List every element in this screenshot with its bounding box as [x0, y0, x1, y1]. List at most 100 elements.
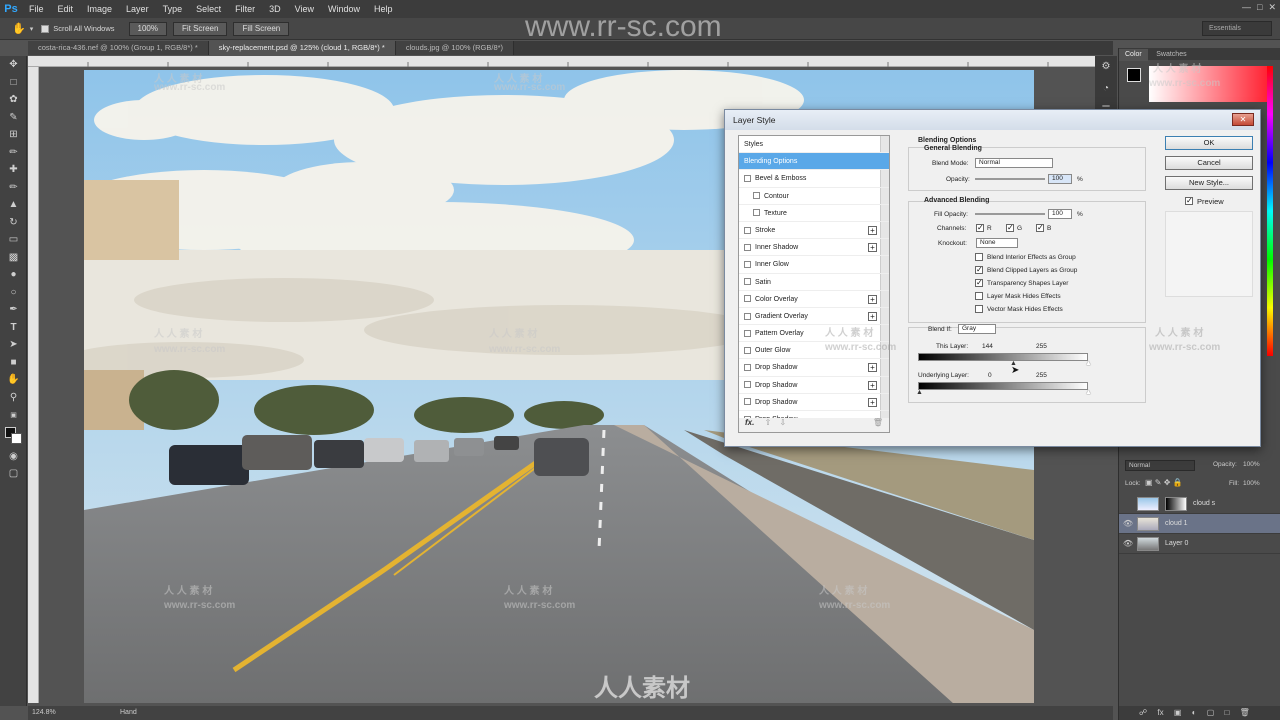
doc-tab-clouds[interactable]: clouds.jpg @ 100% (RGB/8*) — [395, 41, 515, 55]
opacity-input[interactable]: 100 — [1048, 174, 1072, 184]
menu-view[interactable]: View — [288, 0, 321, 18]
layer-row-layer-0[interactable]: 👁 Layer 0 — [1119, 534, 1280, 554]
history-panel-icon[interactable]: ⚙ — [1095, 56, 1117, 78]
style-item-checkbox[interactable] — [744, 175, 751, 183]
cancel-button[interactable]: Cancel — [1165, 156, 1253, 170]
style-item-checkbox[interactable] — [744, 295, 751, 303]
check-layer-mask-hides-checkbox[interactable] — [975, 292, 983, 300]
fx-icon[interactable]: fx — [1157, 708, 1163, 717]
this-layer-white-slider[interactable]: ▲ — [1085, 360, 1092, 367]
menu-file[interactable]: File — [22, 0, 51, 18]
dialog-close-button[interactable]: ✕ — [1232, 113, 1254, 126]
style-item-styles[interactable]: Styles — [739, 136, 889, 154]
doc-tab-sky-replacement[interactable]: sky-replacement.psd @ 125% (cloud 1, RGB… — [208, 41, 396, 55]
maximize-icon[interactable]: □ — [1257, 2, 1262, 13]
hand-tool-icon[interactable]: ✋ — [0, 371, 27, 389]
new-style-button[interactable]: New Style... — [1165, 176, 1253, 190]
add-effect-icon[interactable]: + — [868, 243, 877, 253]
clone-stamp-tool-icon[interactable]: ▲ — [0, 196, 27, 214]
scroll-all-windows-checkbox[interactable] — [41, 24, 50, 33]
check-blend-clipped-checkbox[interactable]: ✓ — [975, 266, 983, 274]
style-item-checkbox[interactable] — [744, 278, 751, 286]
style-item-checkbox[interactable] — [753, 192, 760, 200]
add-effect-icon[interactable]: + — [868, 311, 877, 321]
pen-tool-icon[interactable]: ✒ — [0, 301, 27, 319]
menu-select[interactable]: Select — [189, 0, 228, 18]
foreground-swatch[interactable] — [1127, 68, 1141, 82]
style-item-drop-shadow[interactable]: Drop Shadow + — [739, 377, 889, 394]
add-mask-icon[interactable]: ▣ — [1174, 708, 1182, 717]
style-item-checkbox[interactable] — [744, 398, 751, 406]
style-item-blending-options[interactable]: Blending Options — [739, 153, 889, 171]
blur-tool-icon[interactable]: ● — [0, 266, 27, 284]
menu-filter[interactable]: Filter — [228, 0, 262, 18]
style-item-checkbox[interactable] — [753, 209, 760, 217]
add-effect-icon[interactable]: + — [868, 225, 877, 235]
menu-image[interactable]: Image — [80, 0, 119, 18]
gradient-tool-icon[interactable]: ▩ — [0, 249, 27, 267]
close-icon[interactable]: ✕ — [1268, 2, 1276, 13]
style-item-checkbox[interactable] — [744, 312, 751, 320]
channel-r-checkbox[interactable]: ✓ — [976, 224, 984, 232]
check-transparency-shapes-checkbox[interactable]: ✓ — [975, 279, 983, 287]
style-item-satin[interactable]: Satin — [739, 274, 889, 291]
minimize-icon[interactable]: — — [1242, 2, 1251, 13]
marquee-tool-icon[interactable]: □ — [0, 74, 27, 92]
style-item-contour[interactable]: Contour — [739, 188, 889, 205]
add-effect-icon[interactable]: + — [868, 363, 877, 373]
visibility-eye-icon[interactable]: 👁 — [1119, 519, 1137, 528]
layer-blend-mode-select[interactable]: Normal — [1125, 460, 1195, 471]
add-effect-icon[interactable]: + — [868, 397, 877, 407]
channel-g-checkbox[interactable]: ✓ — [1006, 224, 1014, 232]
type-tool-icon[interactable]: T — [0, 319, 27, 337]
crop-tool-icon[interactable]: ⊞ — [0, 126, 27, 144]
menu-edit[interactable]: Edit — [51, 0, 81, 18]
style-item-checkbox[interactable] — [744, 346, 751, 354]
delete-effect-icon[interactable]: 🗑 — [873, 418, 883, 427]
fit-screen-button[interactable]: Fit Screen — [172, 21, 228, 36]
add-effect-icon[interactable]: + — [868, 380, 877, 390]
blend-mode-select[interactable]: Normal — [975, 158, 1053, 168]
zoom-100-button[interactable]: 100% — [128, 21, 167, 36]
move-tool-icon[interactable]: ✥ — [0, 56, 27, 74]
eraser-tool-icon[interactable]: ▭ — [0, 231, 27, 249]
ok-button[interactable]: OK — [1165, 136, 1253, 150]
menu-layer[interactable]: Layer — [119, 0, 156, 18]
workspace-switcher[interactable]: Essentials — [1202, 21, 1272, 36]
menu-help[interactable]: Help — [367, 0, 400, 18]
check-vector-mask-hides-checkbox[interactable] — [975, 305, 983, 313]
style-item-checkbox[interactable] — [744, 243, 751, 251]
knockout-select[interactable]: None — [976, 238, 1018, 248]
style-item-drop-shadow[interactable]: Drop Shadow + — [739, 359, 889, 377]
history-brush-tool-icon[interactable]: ↻ — [0, 214, 27, 232]
underlying-white-slider[interactable]: ▲ — [1085, 389, 1092, 396]
underlying-black-slider[interactable]: ▲ — [916, 389, 923, 396]
check-blend-interior-checkbox[interactable] — [975, 253, 983, 261]
style-item-stroke[interactable]: Stroke + — [739, 222, 889, 240]
style-item-texture[interactable]: Texture — [739, 205, 889, 222]
channel-b-checkbox[interactable]: ✓ — [1036, 224, 1044, 232]
default-colors-icon[interactable]: ▣ — [0, 406, 27, 424]
brush-tool-icon[interactable]: ✏ — [0, 179, 27, 197]
delete-layer-icon[interactable]: 🗑 — [1240, 708, 1250, 717]
style-item-checkbox[interactable] — [744, 226, 751, 234]
move-up-icon[interactable]: ⇧ — [765, 418, 772, 427]
zoom-tool-icon[interactable]: ⚲ — [0, 389, 27, 407]
layer-opacity-value[interactable]: 100% — [1243, 461, 1260, 468]
style-item-drop-shadow[interactable]: Drop Shadow + — [739, 394, 889, 411]
shape-tool-icon[interactable]: ■ — [0, 354, 27, 372]
quick-mask-icon[interactable]: ◉ — [0, 448, 27, 466]
style-item-bevel-emboss[interactable]: Bevel & Emboss — [739, 170, 889, 188]
lasso-tool-icon[interactable]: ✿ — [0, 91, 27, 109]
adjustments-panel-icon[interactable]: ◔ — [1095, 78, 1117, 100]
move-down-icon[interactable]: ⇩ — [780, 418, 787, 427]
layer-row-cloud-s[interactable]: cloud s — [1119, 494, 1280, 514]
style-item-color-overlay[interactable]: Color Overlay + — [739, 291, 889, 308]
hue-strip[interactable] — [1267, 66, 1273, 356]
dodge-tool-icon[interactable]: ○ — [0, 284, 27, 302]
eyedropper-tool-icon[interactable]: ✏ — [0, 144, 27, 162]
screen-mode-icon[interactable]: ▢ — [0, 465, 27, 483]
menu-window[interactable]: Window — [321, 0, 367, 18]
quick-select-tool-icon[interactable]: ✎ — [0, 109, 27, 127]
blend-if-select[interactable]: Gray — [958, 324, 996, 334]
